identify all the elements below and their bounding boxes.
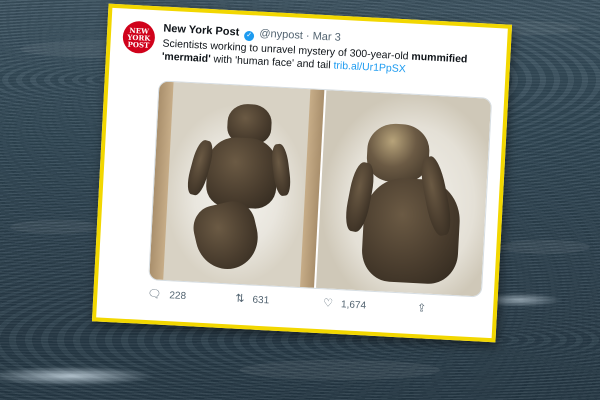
retweet-button[interactable]: ⇅ 631 [235,293,269,307]
tweet-text-bold: mummified [411,50,468,66]
tweet-media[interactable] [148,80,493,298]
box-edge [149,81,174,280]
share-icon: ⇪ [416,302,427,315]
like-button[interactable]: ♡ 1,674 [323,297,366,311]
like-count: 1,674 [340,298,367,312]
avatar-logo-text: POST [127,39,150,50]
mummy-tail [188,197,265,276]
media-photo-left[interactable] [149,81,325,288]
reply-icon: 🗨 [147,288,162,301]
reply-button[interactable]: 🗨 228 [147,288,186,302]
wave [240,360,440,380]
media-photo-right[interactable] [316,90,492,297]
retweet-icon: ⇅ [235,292,245,306]
heart-icon: ♡ [322,297,334,310]
verified-badge-icon: ✓ [243,30,255,42]
wave [500,240,590,254]
author-name[interactable]: New York Post [163,23,240,39]
tweet-card[interactable]: NEW YORK POST New York Post ✓ @nypost · … [91,3,513,343]
retweet-count: 631 [252,294,270,306]
author-handle[interactable]: @nypost [259,28,303,42]
tweet-link[interactable]: trib.al/Ur1PpSX [333,60,406,76]
wave [10,220,100,234]
mummy-torso [205,136,279,210]
separator-dot: · [305,30,310,43]
tweet-date[interactable]: Mar 3 [312,30,341,43]
avatar[interactable]: NEW YORK POST [122,20,156,55]
share-button[interactable]: ⇪ [417,302,427,314]
tweet-text-bold: 'mermaid' [161,50,211,66]
reply-count: 228 [169,289,187,302]
screenshot-scene: NEW YORK POST New York Post ✓ @nypost · … [0,0,600,400]
